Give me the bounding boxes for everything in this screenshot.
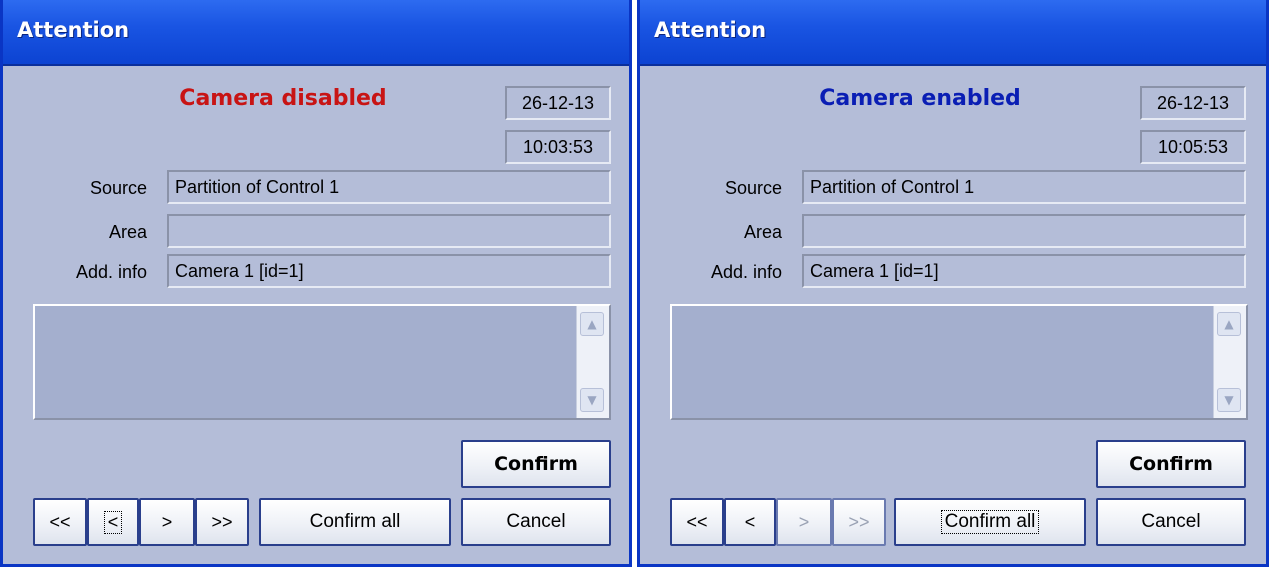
confirm-all-label: Confirm all bbox=[940, 510, 1040, 534]
event-title: Camera disabled bbox=[179, 86, 387, 111]
confirm-all-label: Confirm all bbox=[309, 511, 401, 532]
next-button[interactable]: > bbox=[139, 498, 195, 546]
cancel-label: Cancel bbox=[506, 511, 566, 532]
confirm-all-button[interactable]: Confirm all bbox=[259, 498, 451, 546]
attention-dialog-2: Attention Camera enabled 26-12-13 10:05:… bbox=[637, 0, 1269, 567]
memo-scrollbar[interactable]: ▲ ▼ bbox=[1213, 306, 1246, 418]
area-field bbox=[802, 214, 1246, 248]
dialog-title: Attention bbox=[654, 18, 767, 42]
next-button[interactable]: > bbox=[776, 498, 832, 546]
next-label: > bbox=[161, 511, 173, 532]
event-date: 26-12-13 bbox=[1140, 86, 1246, 120]
comment-memo[interactable]: ▲ ▼ bbox=[33, 304, 611, 420]
confirm-all-button[interactable]: Confirm all bbox=[894, 498, 1086, 546]
attention-dialog-1: Attention Camera disabled 26-12-13 10:03… bbox=[0, 0, 632, 567]
cancel-button[interactable]: Cancel bbox=[1096, 498, 1246, 546]
first-label: << bbox=[49, 511, 71, 532]
event-title: Camera enabled bbox=[819, 86, 1021, 111]
cancel-label: Cancel bbox=[1141, 511, 1201, 532]
last-button[interactable]: >> bbox=[832, 498, 886, 546]
addinfo-label: Add. info bbox=[710, 262, 782, 282]
cancel-button[interactable]: Cancel bbox=[461, 498, 611, 546]
scroll-up-icon[interactable]: ▲ bbox=[580, 312, 604, 336]
last-label: >> bbox=[211, 511, 233, 532]
area-label: Area bbox=[743, 222, 782, 242]
last-label: >> bbox=[848, 511, 870, 532]
dialog-title: Attention bbox=[17, 18, 130, 42]
confirm-label: Confirm bbox=[1129, 453, 1213, 475]
first-button[interactable]: << bbox=[33, 498, 87, 546]
event-time: 10:05:53 bbox=[1140, 130, 1246, 164]
addinfo-field: Camera 1 [id=1] bbox=[167, 254, 611, 288]
first-button[interactable]: << bbox=[670, 498, 724, 546]
prev-label: < bbox=[103, 510, 123, 534]
confirm-button[interactable]: Confirm bbox=[1096, 440, 1246, 488]
source-label: Source bbox=[724, 178, 782, 198]
source-field: Partition of Control 1 bbox=[167, 170, 611, 204]
scroll-up-icon[interactable]: ▲ bbox=[1217, 312, 1241, 336]
next-label: > bbox=[798, 511, 810, 532]
event-date: 26-12-13 bbox=[505, 86, 611, 120]
memo-scrollbar[interactable]: ▲ ▼ bbox=[576, 306, 609, 418]
source-label: Source bbox=[89, 178, 147, 198]
last-button[interactable]: >> bbox=[195, 498, 249, 546]
area-field bbox=[167, 214, 611, 248]
source-field: Partition of Control 1 bbox=[802, 170, 1246, 204]
prev-label: < bbox=[744, 511, 756, 532]
confirm-label: Confirm bbox=[494, 453, 578, 475]
prev-button[interactable]: < bbox=[87, 498, 139, 546]
first-label: << bbox=[686, 511, 708, 532]
comment-memo[interactable]: ▲ ▼ bbox=[670, 304, 1248, 420]
prev-button[interactable]: < bbox=[724, 498, 776, 546]
event-time: 10:03:53 bbox=[505, 130, 611, 164]
title-bar[interactable]: Attention bbox=[3, 0, 629, 66]
confirm-button[interactable]: Confirm bbox=[461, 440, 611, 488]
title-bar[interactable]: Attention bbox=[640, 0, 1266, 66]
addinfo-label: Add. info bbox=[75, 262, 147, 282]
scroll-down-icon[interactable]: ▼ bbox=[580, 388, 604, 412]
area-label: Area bbox=[108, 222, 147, 242]
addinfo-field: Camera 1 [id=1] bbox=[802, 254, 1246, 288]
scroll-down-icon[interactable]: ▼ bbox=[1217, 388, 1241, 412]
